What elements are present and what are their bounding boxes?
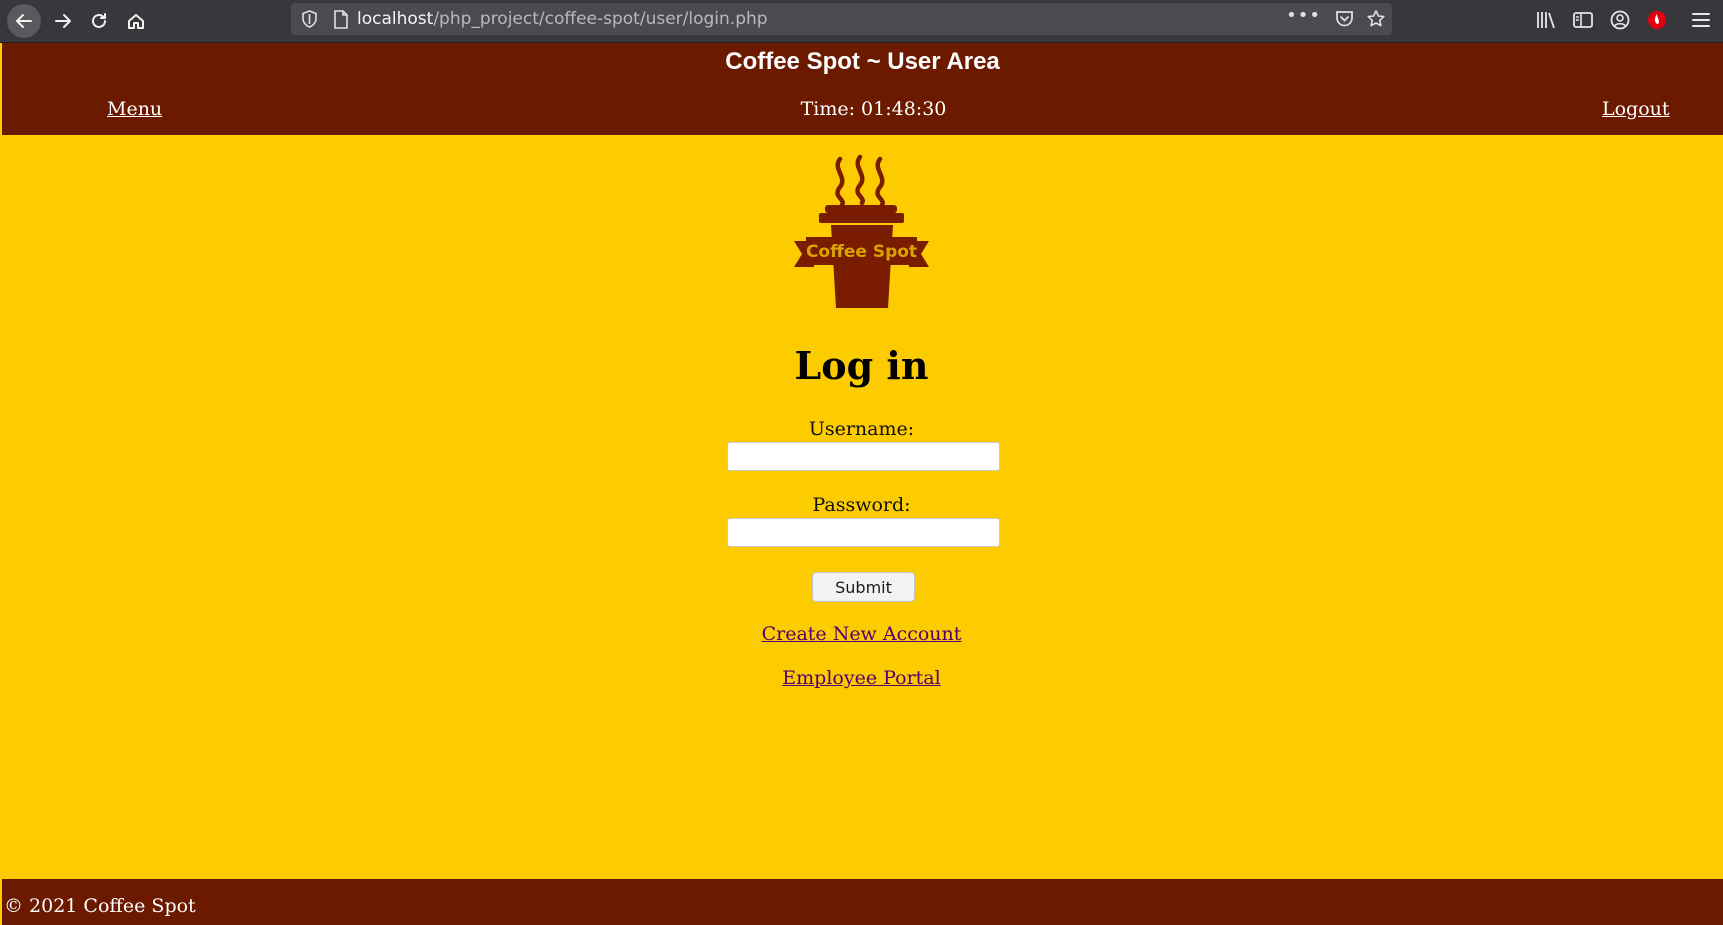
username-input[interactable] xyxy=(727,442,1000,471)
reload-button[interactable] xyxy=(82,4,116,38)
submit-button[interactable]: Submit xyxy=(812,572,915,602)
url-text[interactable]: localhost/php_project/coffee-spot/user/l… xyxy=(357,9,768,29)
home-icon xyxy=(128,14,144,29)
page-actions-icon[interactable]: ••• xyxy=(1286,5,1321,26)
footer-copyright: © 2021 Coffee Spot xyxy=(4,895,196,917)
create-account-link-row: Create New Account xyxy=(0,623,1723,645)
logout-link[interactable]: Logout xyxy=(1602,98,1670,120)
home-button[interactable] xyxy=(119,4,153,38)
time-display: Time: 01:48:30 xyxy=(800,98,947,120)
page-info-icon[interactable] xyxy=(333,10,349,29)
shield-icon[interactable] xyxy=(301,10,318,28)
employee-portal-link-row: Employee Portal xyxy=(0,667,1723,689)
create-account-link[interactable]: Create New Account xyxy=(762,623,962,645)
coffee-spot-logo: Coffee Spot xyxy=(794,153,929,308)
arrow-left-icon xyxy=(16,14,32,28)
address-bar[interactable]: localhost/php_project/coffee-spot/user/l… xyxy=(291,3,1392,35)
site-title: Coffee Spot ~ User Area xyxy=(725,48,1000,75)
forward-button[interactable] xyxy=(46,4,80,38)
logo-text: Coffee Spot xyxy=(806,242,917,262)
extension-icon[interactable] xyxy=(1646,9,1668,31)
sidebar-icon[interactable] xyxy=(1572,9,1594,31)
url-host: localhost xyxy=(357,9,434,29)
employee-portal-link[interactable]: Employee Portal xyxy=(782,667,940,689)
login-heading: Log in xyxy=(794,343,929,388)
account-icon[interactable] xyxy=(1609,9,1631,31)
password-label: Password: xyxy=(812,494,911,516)
pocket-icon[interactable] xyxy=(1335,9,1354,28)
site-header: Coffee Spot ~ User Area Menu Time: 01:48… xyxy=(2,43,1723,135)
password-input[interactable] xyxy=(727,518,1000,547)
username-label: Username: xyxy=(808,418,915,440)
coffee-cup-logo-icon: Coffee Spot xyxy=(794,154,929,308)
browser-toolbar: localhost/php_project/coffee-spot/user/l… xyxy=(0,0,1723,43)
back-button[interactable] xyxy=(7,4,41,38)
url-path: /php_project/coffee-spot/user/login.php xyxy=(433,9,768,29)
hamburger-menu-icon[interactable] xyxy=(1690,9,1712,31)
library-icon[interactable] xyxy=(1535,9,1557,31)
arrow-right-icon xyxy=(55,14,71,28)
site-footer: © 2021 Coffee Spot xyxy=(2,879,1723,925)
bookmark-star-icon[interactable] xyxy=(1366,9,1386,29)
reload-icon xyxy=(92,13,106,28)
